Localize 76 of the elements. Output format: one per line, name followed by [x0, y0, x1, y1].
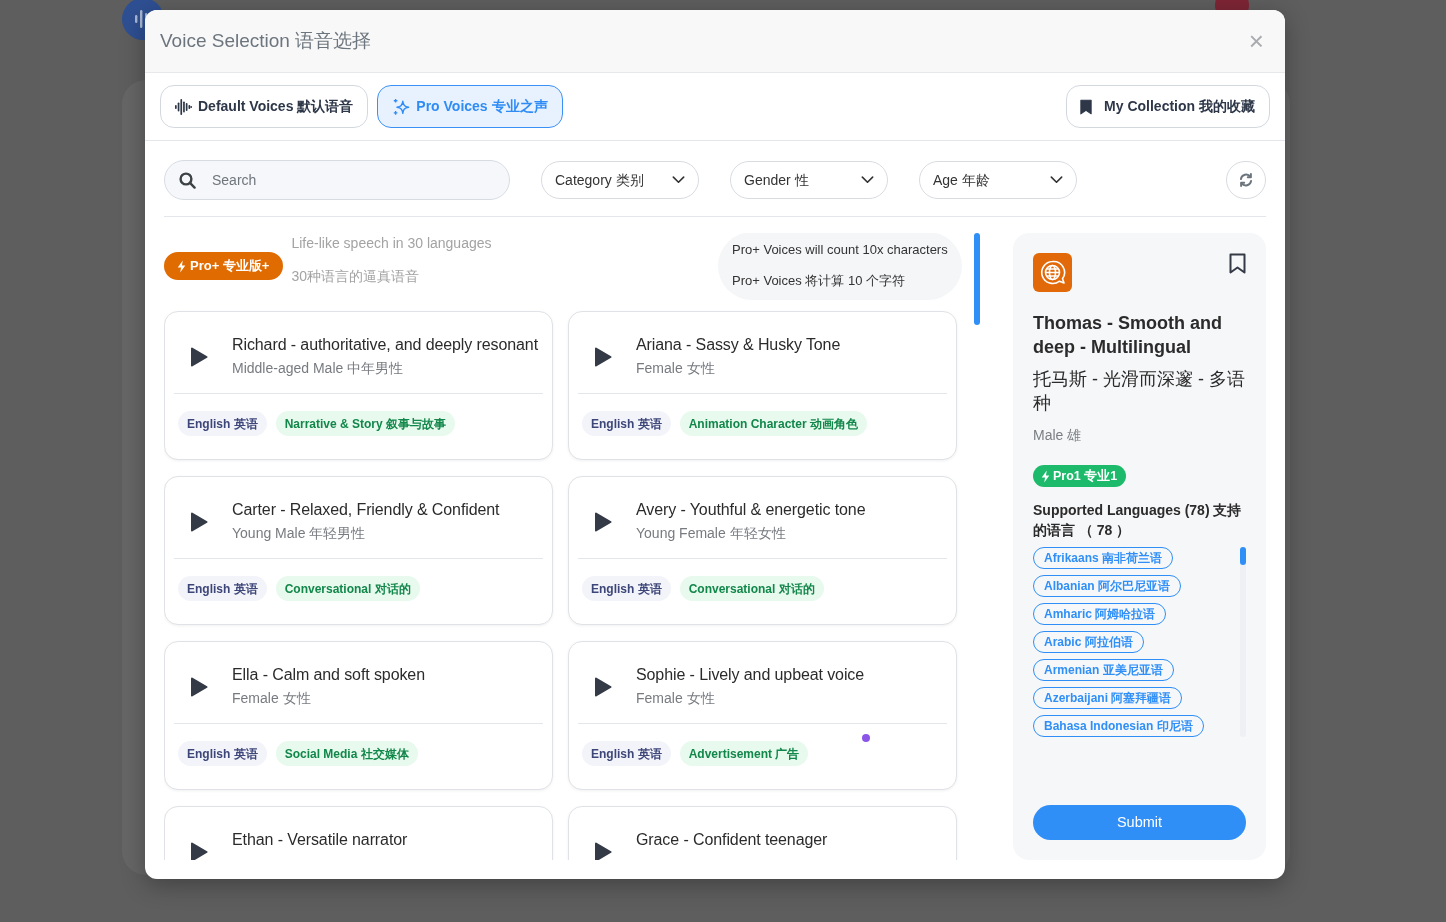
voice-name: Richard - authoritative, and deeply resonant — [232, 335, 538, 355]
play-icon[interactable] — [190, 677, 208, 697]
voice-card[interactable]: Ethan - Versatile narrator — [164, 806, 553, 860]
play-icon[interactable] — [190, 842, 208, 860]
notice-text: Pro+ Voices will count 10x characters — [732, 241, 949, 259]
search-field[interactable]: Search — [164, 160, 510, 200]
language-tag: English 英语 — [178, 411, 267, 436]
voice-card[interactable]: Ella - Calm and soft spoken Female 女性 English 英语 Social Media 社交媒体 — [164, 641, 553, 790]
voice-card[interactable]: Sophie - Lively and upbeat voice Female 女性 English 英语 Advertisement 广告 — [568, 641, 957, 790]
voice-gender: Male 雄 — [1033, 426, 1083, 445]
scrollbar[interactable] — [1240, 547, 1246, 737]
chevron-down-icon — [1050, 176, 1063, 184]
voice-description: Female 女性 — [636, 359, 716, 378]
tier-label: Pro1 专业1 — [1053, 467, 1118, 485]
filter-dropdown[interactable]: Age 年龄 — [919, 161, 1077, 199]
voice-description: Young Male 年轻男性 — [232, 524, 367, 543]
category-tag: Conversational 对话的 — [679, 576, 824, 601]
voice-name: Ella - Calm and soft spoken — [232, 665, 425, 685]
languages-heading: Supported Languages (78) 支持的语言 （ 78 ） — [1033, 501, 1243, 540]
voice-name: Avery - Youthful & energetic tone — [636, 500, 866, 520]
notice-text: Pro+ Voices 将计算 10 个字符 — [732, 272, 907, 290]
voice-name: Sophie - Lively and upbeat voice — [636, 665, 865, 685]
chevron-down-icon — [672, 176, 685, 184]
play-icon[interactable] — [594, 842, 612, 860]
lightning-icon — [177, 259, 186, 273]
scrollbar-thumb[interactable] — [1240, 547, 1246, 565]
globe-chat-icon — [1033, 253, 1072, 292]
play-icon[interactable] — [190, 347, 208, 367]
scrollbar-thumb[interactable] — [974, 233, 980, 325]
tagline-text: 30种语言的逼真语音 — [291, 267, 421, 286]
voice-card[interactable]: Ariana - Sassy & Husky Tone Female 女性 English 英语 Animation Character 动画角色 — [568, 311, 957, 460]
voice-name: Carter - Relaxed, Friendly & Confident — [232, 500, 500, 520]
language-tag: English 英语 — [582, 741, 671, 766]
language-tag: English 英语 — [178, 741, 267, 766]
voice-title: Thomas - Smooth and deep - Multilingual — [1033, 312, 1223, 359]
voice-title-chinese: 托马斯 - 光滑而深邃 - 多语种 — [1033, 368, 1246, 415]
language-tag: English 英语 — [582, 411, 671, 436]
chevron-down-icon — [861, 176, 874, 184]
language-tag: English 英语 — [582, 576, 671, 601]
voice-description: Female 女性 — [636, 689, 716, 708]
play-icon[interactable] — [594, 347, 612, 367]
voice-name: Ariana - Sassy & Husky Tone — [636, 335, 841, 355]
plan-label: Pro+ 专业版+ — [190, 257, 270, 276]
category-tag: Conversational 对话的 — [275, 576, 420, 601]
voice-name: Ethan - Versatile narrator — [232, 830, 408, 850]
category-tag: Narrative & Story 叙事与故事 — [275, 411, 456, 436]
voice-card[interactable]: Grace - Confident teenager — [568, 806, 957, 860]
play-icon[interactable] — [190, 512, 208, 532]
avatar-icon — [1215, 0, 1249, 10]
voice-card[interactable]: Avery - Youthful & energetic tone Young Female 年轻女性 English 英语 Conversational 对话的 — [568, 476, 957, 625]
refresh-icon — [1239, 173, 1253, 187]
filter-dropdown[interactable]: Gender 性 — [730, 161, 888, 199]
voice-card[interactable]: Carter - Relaxed, Friendly & Confident Young Male 年轻男性 English 英语 Conversational 对话的 — [164, 476, 553, 625]
category-tag: Animation Character 动画角色 — [679, 411, 868, 436]
my-collection-button[interactable]: My Collection 我的收藏 — [1066, 85, 1270, 128]
sparkles-icon — [392, 97, 411, 116]
play-icon[interactable] — [594, 677, 612, 697]
category-tag: Social Media 社交媒体 — [275, 741, 418, 766]
voice-description: Young Female 年轻女性 — [636, 524, 787, 543]
refresh-button[interactable] — [1226, 161, 1266, 199]
voice-card[interactable]: Richard - authoritative, and deeply resonant Middle-aged Male 中年男性 English 英语 Narrative & Story 叙事与故事 — [164, 311, 553, 460]
window-title: Voice Selection 语音选择 — [160, 28, 372, 53]
search-icon — [179, 172, 196, 189]
lightning-icon — [1041, 469, 1050, 483]
waveform-icon — [175, 98, 192, 115]
bookmark-icon[interactable] — [1229, 253, 1246, 274]
category-tag: Advertisement 广告 — [679, 741, 809, 766]
filter-dropdown[interactable]: Category 类别 — [541, 161, 699, 199]
language-tag: English 英语 — [178, 576, 267, 601]
voice-description: Middle-aged Male 中年男性 — [232, 359, 405, 378]
voice-name: Grace - Confident teenager — [636, 830, 828, 850]
tagline-text: Life-like speech in 30 languages — [291, 234, 492, 253]
voice-description: Female 女性 — [232, 689, 312, 708]
bookmark-icon — [1080, 98, 1093, 115]
play-icon[interactable] — [594, 512, 612, 532]
voice-tab[interactable]: Default Voices 默认语音 — [160, 85, 369, 128]
